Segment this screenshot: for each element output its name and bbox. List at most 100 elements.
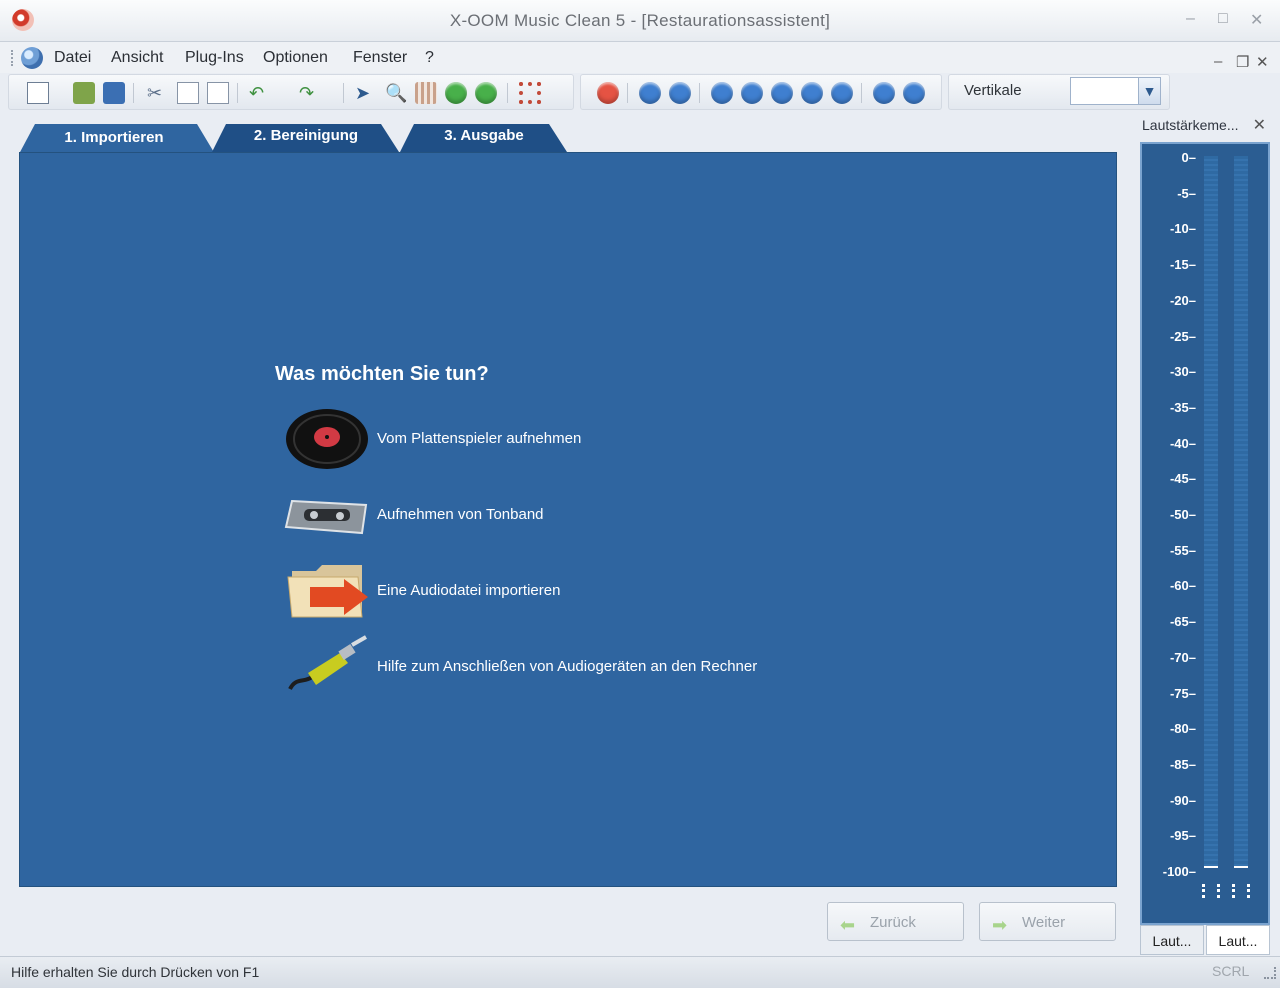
meter-header: Lautstärkeme... ✕: [1137, 112, 1274, 140]
menu-optionen[interactable]: Optionen: [263, 49, 328, 67]
vinyl-record-icon: [286, 409, 368, 469]
meter-title: Lautstärkeme...: [1142, 117, 1239, 133]
meter-tick-label: -95–: [1169, 828, 1196, 844]
option-turntable[interactable]: Vom Plattenspieler aufnehmen: [282, 405, 802, 473]
vertikale-label: Vertikale: [964, 82, 1022, 99]
transport-toolbar: [580, 74, 942, 110]
go-to-start-icon[interactable]: [639, 82, 661, 104]
cassette-tape-icon: [284, 499, 368, 535]
mdi-restore-icon[interactable]: ❐: [1236, 53, 1249, 71]
back-button-label: Zurück: [870, 914, 916, 931]
menu-grip[interactable]: [11, 50, 14, 66]
zoom-in-icon[interactable]: [445, 82, 467, 104]
meter-tick-label: -20–: [1169, 292, 1196, 308]
option-tape[interactable]: Aufnehmen von Tonband: [282, 481, 802, 549]
next-button-label: Weiter: [1022, 914, 1066, 931]
next-button[interactable]: ➡ Weiter: [979, 902, 1116, 941]
chevron-down-icon[interactable]: ▼: [1138, 78, 1160, 104]
meter-tick-label: -50–: [1169, 507, 1196, 522]
right-peak-indicator: [1232, 884, 1250, 898]
wizard-question: Was möchten Sie tun?: [275, 363, 489, 385]
meter-tick-label: -5–: [1177, 185, 1196, 201]
menu-fenster[interactable]: Fenster: [353, 49, 407, 67]
meter-display: 0– -5– -10– -15– -20– -25– -30– -35– -40– -45– -50…: [1140, 142, 1270, 925]
save-icon[interactable]: [103, 82, 125, 104]
tab-importieren[interactable]: 1. Importieren: [39, 122, 189, 152]
meter-tab-1[interactable]: Laut...: [1140, 925, 1204, 955]
minimize-icon[interactable]: –: [1186, 10, 1195, 28]
meter-tab-2[interactable]: Laut...: [1206, 925, 1270, 955]
play-icon[interactable]: [711, 82, 733, 104]
cut-icon[interactable]: ✂: [147, 82, 162, 104]
close-icon[interactable]: ✕: [1253, 115, 1266, 135]
menu-datei[interactable]: Datei: [54, 49, 91, 67]
loop-icon[interactable]: [771, 82, 793, 104]
scroll-lock-indicator: SCRL: [1212, 963, 1250, 979]
title-bar: X-OOM Music Clean 5 - [Restaurationsassi…: [0, 0, 1280, 42]
meter-tabs: Laut... Laut...: [1140, 925, 1270, 955]
menu-plug-ins[interactable]: Plug-Ins: [185, 49, 244, 67]
copy-icon[interactable]: [177, 82, 199, 104]
stop-icon[interactable]: [801, 82, 823, 104]
redo-icon[interactable]: ↷: [299, 82, 314, 104]
folder-import-icon: [287, 565, 368, 618]
undo-icon[interactable]: ↶: [249, 82, 264, 104]
meter-tick-label: -10–: [1169, 221, 1196, 237]
zoom-icon[interactable]: 🔍: [385, 82, 407, 104]
meter-tick-label: -85–: [1169, 756, 1196, 772]
menu-ansicht[interactable]: Ansicht: [111, 49, 163, 67]
window-title: X-OOM Music Clean 5 - [Restaurationsassi…: [449, 11, 831, 30]
left-channel-base: [1204, 866, 1218, 868]
wizard-panel: Was möchten Sie tun? Vom Plattenspieler …: [19, 152, 1117, 887]
option-connect-help[interactable]: Hilfe zum Anschließen von Audiogeräten a…: [282, 633, 802, 701]
meter-tick-label: -25–: [1169, 328, 1196, 344]
right-channel-level: [1234, 156, 1248, 868]
audio-cable-icon: [288, 635, 367, 691]
app-menu-icon[interactable]: [21, 47, 43, 69]
grid-icon[interactable]: [519, 82, 541, 104]
fast-forward-icon[interactable]: [873, 82, 895, 104]
maximize-icon[interactable]: □: [1218, 10, 1228, 28]
play-selection-icon[interactable]: [741, 82, 763, 104]
new-file-icon[interactable]: [27, 82, 49, 104]
resize-grip-icon[interactable]: [1264, 967, 1276, 979]
rewind-icon[interactable]: [669, 82, 691, 104]
paste-icon[interactable]: [207, 82, 229, 104]
meter-tick-label: -55–: [1169, 542, 1196, 558]
open-icon[interactable]: [73, 82, 95, 104]
vertikale-dropdown[interactable]: ▼: [1070, 77, 1161, 105]
meter-tick-label: -80–: [1169, 721, 1196, 737]
meter-tick-label: -75–: [1169, 685, 1196, 701]
select-icon[interactable]: ➤: [355, 82, 370, 104]
meter-tick-label: -70–: [1169, 649, 1196, 665]
back-button[interactable]: ⬅ Zurück: [827, 902, 964, 941]
left-peak-indicator: [1202, 884, 1220, 898]
zoom-out-icon[interactable]: [475, 82, 497, 104]
edit-toolbar: ✂ ↶ ↷ ➤ 🔍: [8, 74, 574, 110]
left-channel-level: [1204, 156, 1218, 868]
tab-bereinigung[interactable]: 2. Bereinigung: [226, 122, 386, 152]
waveform-icon[interactable]: [415, 82, 437, 104]
meter-tick-label: -90–: [1169, 792, 1196, 808]
level-meter-panel: Lautstärkeme... ✕ 0– -5– -10– -15– -20– -25– -…: [1137, 112, 1274, 957]
go-to-end-icon[interactable]: [903, 82, 925, 104]
option-import-file[interactable]: Eine Audiodatei importieren: [282, 557, 802, 625]
record-icon[interactable]: [597, 82, 619, 104]
pause-icon[interactable]: [831, 82, 853, 104]
arrow-right-icon: ➡: [992, 915, 1008, 935]
meter-tick-label: -15–: [1169, 257, 1196, 273]
mdi-minimize-icon[interactable]: –: [1214, 53, 1222, 70]
meter-tick-label: -35–: [1169, 399, 1196, 415]
arrow-left-icon: ⬅: [840, 915, 856, 935]
meter-tick-label: -100–: [1162, 864, 1196, 879]
meter-tick-label: -30–: [1169, 364, 1196, 380]
option-tape-label: Aufnehmen von Tonband: [377, 506, 544, 523]
menu-help[interactable]: ?: [425, 49, 434, 67]
status-text: Hilfe erhalten Sie durch Drücken von F1: [11, 964, 260, 980]
tab-ausgabe[interactable]: 3. Ausgabe: [414, 122, 554, 152]
mdi-close-icon[interactable]: ✕: [1256, 53, 1269, 71]
meter-tick-label: -60–: [1169, 578, 1196, 594]
close-icon[interactable]: ✕: [1250, 10, 1263, 30]
meter-tick-label: -65–: [1169, 614, 1196, 630]
option-connect-help-label: Hilfe zum Anschließen von Audiogeräten a…: [377, 658, 758, 675]
